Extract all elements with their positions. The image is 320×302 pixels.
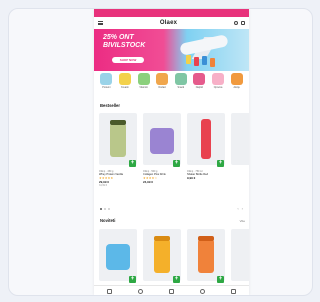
- carousel-arrows: ‹ ›: [237, 206, 243, 211]
- category-label: Oprema: [213, 86, 223, 89]
- category-label: Proteini: [102, 86, 111, 89]
- product-card[interactable]: + Olimp · 450 g Whey Protein Vanilla ★★★★★ 2…: [99, 113, 137, 218]
- product-image[interactable]: [99, 113, 137, 165]
- product-image: [231, 113, 249, 165]
- menu-icon[interactable]: [98, 21, 103, 25]
- product-tub-graphic: [150, 128, 174, 154]
- product-image[interactable]: [187, 113, 225, 165]
- product-jar-graphic: [110, 123, 126, 157]
- mobile-page-preview: Olaex 25% ONT BIVILSTOCK SHOP NOW Protei…: [94, 9, 249, 295]
- user-icon[interactable]: [200, 288, 205, 294]
- product-jar-lid: [110, 120, 126, 125]
- cart-icon[interactable]: [240, 21, 245, 25]
- home-icon[interactable]: [107, 288, 112, 294]
- product-tub-graphic: [106, 244, 130, 270]
- product-card[interactable]: +Olimp · 300 gHydro Drink Blue14,99 €: [99, 229, 137, 289]
- category-image: [230, 73, 243, 85]
- category-label: Snack: [177, 86, 185, 89]
- add-to-cart-button[interactable]: +: [173, 160, 180, 167]
- category-label: Akcije: [233, 86, 240, 89]
- cart-icon[interactable]: [231, 288, 236, 294]
- product-card-partial[interactable]: [231, 229, 249, 289]
- banner-product-image: [186, 55, 191, 64]
- product-image[interactable]: [143, 229, 181, 281]
- add-to-cart-button[interactable]: +: [217, 160, 224, 167]
- bottom-navigation: [94, 285, 249, 295]
- add-to-cart-button[interactable]: +: [173, 276, 180, 283]
- category-image: [212, 73, 225, 85]
- product-jar-graphic: [198, 239, 214, 273]
- product-image[interactable]: [143, 113, 181, 165]
- category-label: Napitci: [195, 86, 204, 89]
- category-image: [100, 73, 113, 85]
- category-item[interactable]: Vitamini: [136, 73, 151, 97]
- product-card[interactable]: + Olimp · 750 ml Shaker Bottle Red 9,99 €: [187, 113, 225, 218]
- category-item[interactable]: Napitci: [192, 73, 207, 97]
- product-jar-graphic: [154, 239, 170, 273]
- carousel-dots: [100, 208, 110, 210]
- product-image[interactable]: [99, 229, 137, 281]
- banner-product-image: [202, 56, 207, 65]
- category-image: [193, 73, 206, 85]
- add-to-cart-button[interactable]: +: [129, 160, 136, 167]
- category-item[interactable]: Snack: [173, 73, 188, 97]
- header-icons: [233, 21, 245, 25]
- add-to-cart-button[interactable]: +: [217, 276, 224, 283]
- chevron-left-icon[interactable]: ‹: [237, 206, 238, 211]
- category-image: [156, 73, 169, 85]
- banner-cta-button[interactable]: SHOP NOW: [112, 57, 144, 63]
- promo-top-bar: [94, 9, 249, 17]
- heart-icon[interactable]: [169, 288, 174, 294]
- product-price: 9,99 €: [187, 176, 196, 181]
- banner-headline: 25% ONT BIVILSTOCK: [103, 34, 146, 49]
- product-card-partial[interactable]: [231, 113, 249, 218]
- section-title-bestseller: Bestseller: [100, 103, 121, 108]
- product-old-price: 34,99 €: [99, 184, 107, 188]
- carousel-dot[interactable]: [100, 208, 102, 210]
- category-item[interactable]: Oprema: [211, 73, 226, 97]
- category-strip: Proteini Kreatin Vitamini Dodaci Snack Napitc…: [94, 73, 249, 97]
- search-icon[interactable]: [138, 288, 143, 294]
- chevron-right-icon[interactable]: ›: [242, 206, 243, 211]
- hero-banner[interactable]: 25% ONT BIVILSTOCK SHOP NOW: [94, 29, 249, 71]
- banner-product-image: [210, 58, 215, 67]
- preview-card: Olaex 25% ONT BIVILSTOCK SHOP NOW Protei…: [8, 8, 313, 296]
- product-card[interactable]: + Olimp · 500 g Collagen Plus Drink ★★★★☆ 24…: [143, 113, 181, 218]
- product-carousel-bestseller: + Olimp · 450 g Whey Protein Vanilla ★★★★★ 2…: [99, 113, 249, 218]
- category-item[interactable]: Dodaci: [155, 73, 170, 97]
- site-logo[interactable]: Olaex: [160, 20, 177, 26]
- category-label: Kreatin: [121, 86, 129, 89]
- carousel-dot[interactable]: [104, 208, 106, 210]
- section-title-noviteti: Noviteti: [100, 218, 116, 223]
- search-icon[interactable]: [233, 21, 238, 25]
- product-card[interactable]: +Olimp · 300 gEnergy Drink Orange14,99 €: [187, 229, 225, 289]
- category-item[interactable]: Kreatin: [117, 73, 132, 97]
- see-more-link[interactable]: Više: [240, 219, 245, 223]
- product-bottle-graphic: [201, 119, 211, 159]
- product-jar-lid: [198, 236, 214, 241]
- product-image: [231, 229, 249, 281]
- product-jar-lid: [154, 236, 170, 241]
- category-image: [174, 73, 187, 85]
- category-label: Vitamini: [139, 86, 148, 89]
- category-image: [118, 73, 131, 85]
- category-label: Dodaci: [158, 86, 166, 89]
- carousel-dot[interactable]: [108, 208, 110, 210]
- site-header: Olaex: [94, 17, 249, 29]
- category-item[interactable]: Proteini: [99, 73, 114, 97]
- product-price: 24,99 €: [143, 180, 154, 185]
- banner-product-image: [194, 57, 199, 66]
- add-to-cart-button[interactable]: +: [129, 276, 136, 283]
- category-image: [137, 73, 150, 85]
- product-card[interactable]: +Olimp · 300 gEnergy Drink Lemon14,99 €: [143, 229, 181, 289]
- product-carousel-noviteti: +Olimp · 300 gHydro Drink Blue14,99 €+Ol…: [99, 229, 249, 289]
- product-image[interactable]: [187, 229, 225, 281]
- category-item[interactable]: Akcije: [229, 73, 244, 97]
